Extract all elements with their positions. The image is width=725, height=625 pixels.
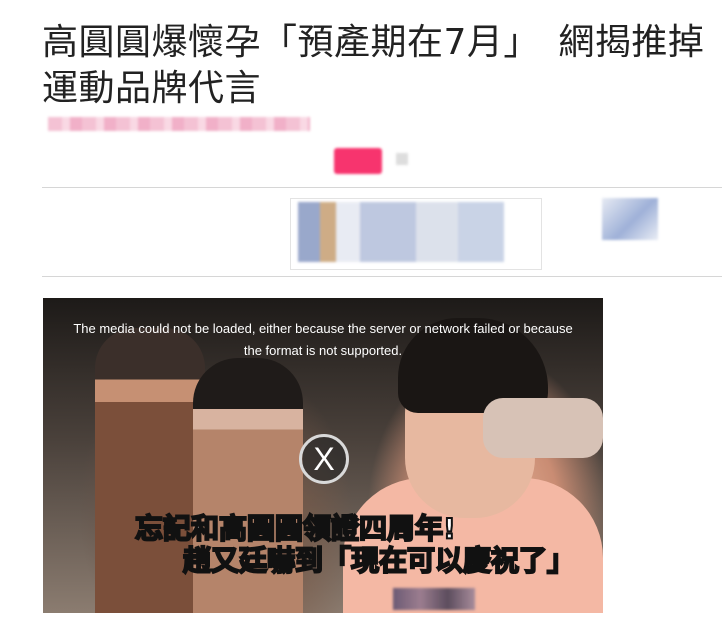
video-caption-line1: 忘記和高圓圓領證四周年! bbox=[134, 511, 457, 546]
share-icon[interactable] bbox=[602, 198, 658, 240]
top-divider bbox=[42, 187, 722, 188]
caption1-pre: 忘記和 bbox=[134, 511, 220, 546]
blurred-microphone-logo bbox=[393, 588, 475, 610]
caption1-highlight: 高圓圓 bbox=[218, 511, 304, 546]
bottom-divider bbox=[42, 276, 722, 277]
close-icon[interactable]: X bbox=[299, 434, 349, 484]
caption2-post: 嚇到「現在可以慶祝了」 bbox=[266, 543, 576, 578]
blurred-author-tag[interactable] bbox=[334, 148, 382, 174]
article-headline: 高圓圓爆懷孕「預產期在7月」 網揭推掉運動品牌代言 bbox=[42, 22, 705, 109]
caption2-pre: 趙又廷 bbox=[182, 543, 268, 578]
video-frame-hand bbox=[483, 398, 603, 458]
video-player[interactable]: The media could not be loaded, either be… bbox=[43, 298, 603, 613]
video-caption-line2: 趙又廷嚇到「現在可以慶祝了」 bbox=[182, 543, 576, 578]
caption1-post: 領證四周年! bbox=[302, 511, 457, 546]
blurred-meta-line bbox=[48, 117, 310, 131]
media-error-message: The media could not be loaded, either be… bbox=[73, 321, 573, 358]
blurred-banner-content bbox=[298, 202, 504, 262]
blurred-author-dot bbox=[396, 153, 408, 165]
